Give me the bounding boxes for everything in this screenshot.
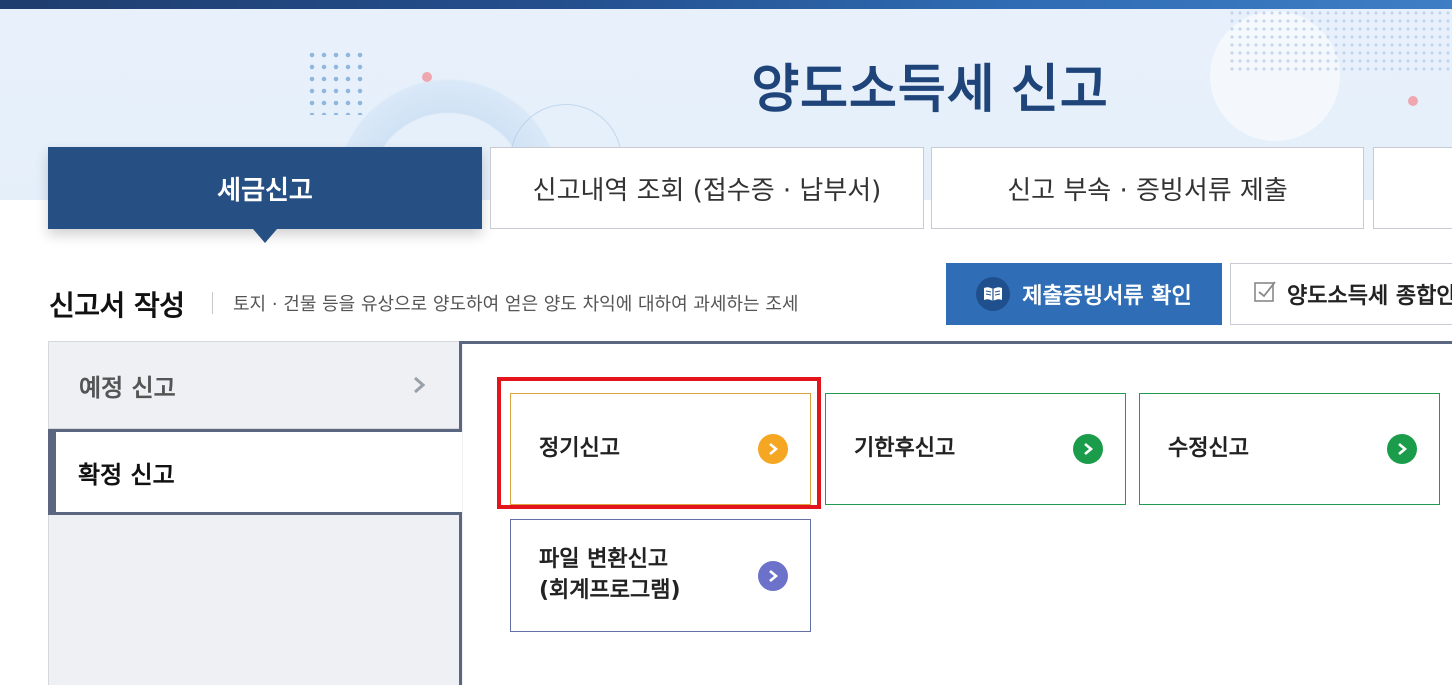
content-border: [459, 341, 462, 432]
menu-item-final-filing[interactable]: 확정 신고: [48, 429, 462, 515]
amended-filing-card[interactable]: 수정신고: [1139, 393, 1440, 505]
check-documents-button[interactable]: 제출증빙서류 확인: [946, 263, 1222, 325]
overview-button[interactable]: 양도소득세 종합안내: [1230, 263, 1452, 325]
arrow-circle-right-icon: [758, 560, 788, 591]
arrow-circle-right-icon: [1387, 434, 1417, 464]
arrow-circle-right-icon: [1073, 434, 1103, 464]
tab-submit-documents[interactable]: 신고 부속 · 증빙서류 제출: [931, 147, 1364, 229]
content-border: [459, 513, 462, 685]
file-conversion-filing-card[interactable]: 파일 변환신고 (회계프로그램): [510, 519, 811, 632]
tab-tax-filing[interactable]: 세금신고: [48, 147, 482, 229]
card-label-line2: (회계프로그램): [539, 577, 681, 603]
active-tab-caret: [253, 229, 277, 243]
page-title: 양도소득세 신고: [751, 61, 1109, 119]
top-accent-bar: [0, 0, 1452, 9]
chevron-right-icon: [412, 372, 426, 402]
highlight-box: [497, 377, 821, 509]
checkbox-icon: [1253, 279, 1277, 309]
menu-item-preliminary-filing[interactable]: 예정 신고: [48, 341, 462, 429]
card-label: 파일 변환신고 (회계프로그램): [539, 545, 681, 607]
tab-filing-history[interactable]: 신고내역 조회 (접수증 · 납부서): [490, 147, 924, 229]
section-title: 신고서 작성: [49, 289, 185, 322]
content-border: [459, 341, 1452, 344]
menu-item-label: 확정 신고: [78, 460, 175, 489]
card-label: 기한후신고: [854, 435, 956, 461]
card-label-line1: 파일 변환신고: [539, 546, 669, 572]
check-documents-label: 제출증빙서류 확인: [1022, 284, 1192, 309]
menu-item-label: 예정 신고: [79, 373, 176, 402]
tab-more[interactable]: [1373, 147, 1452, 229]
section-description: 토지 · 건물 등을 유상으로 양도하여 얻은 양도 차익에 대하여 과세하는 …: [233, 294, 799, 315]
overview-label: 양도소득세 종합안내: [1287, 284, 1452, 309]
late-filing-card[interactable]: 기한후신고: [825, 393, 1126, 505]
card-label: 수정신고: [1168, 435, 1249, 461]
book-icon: [976, 277, 1011, 311]
divider: [212, 292, 213, 314]
